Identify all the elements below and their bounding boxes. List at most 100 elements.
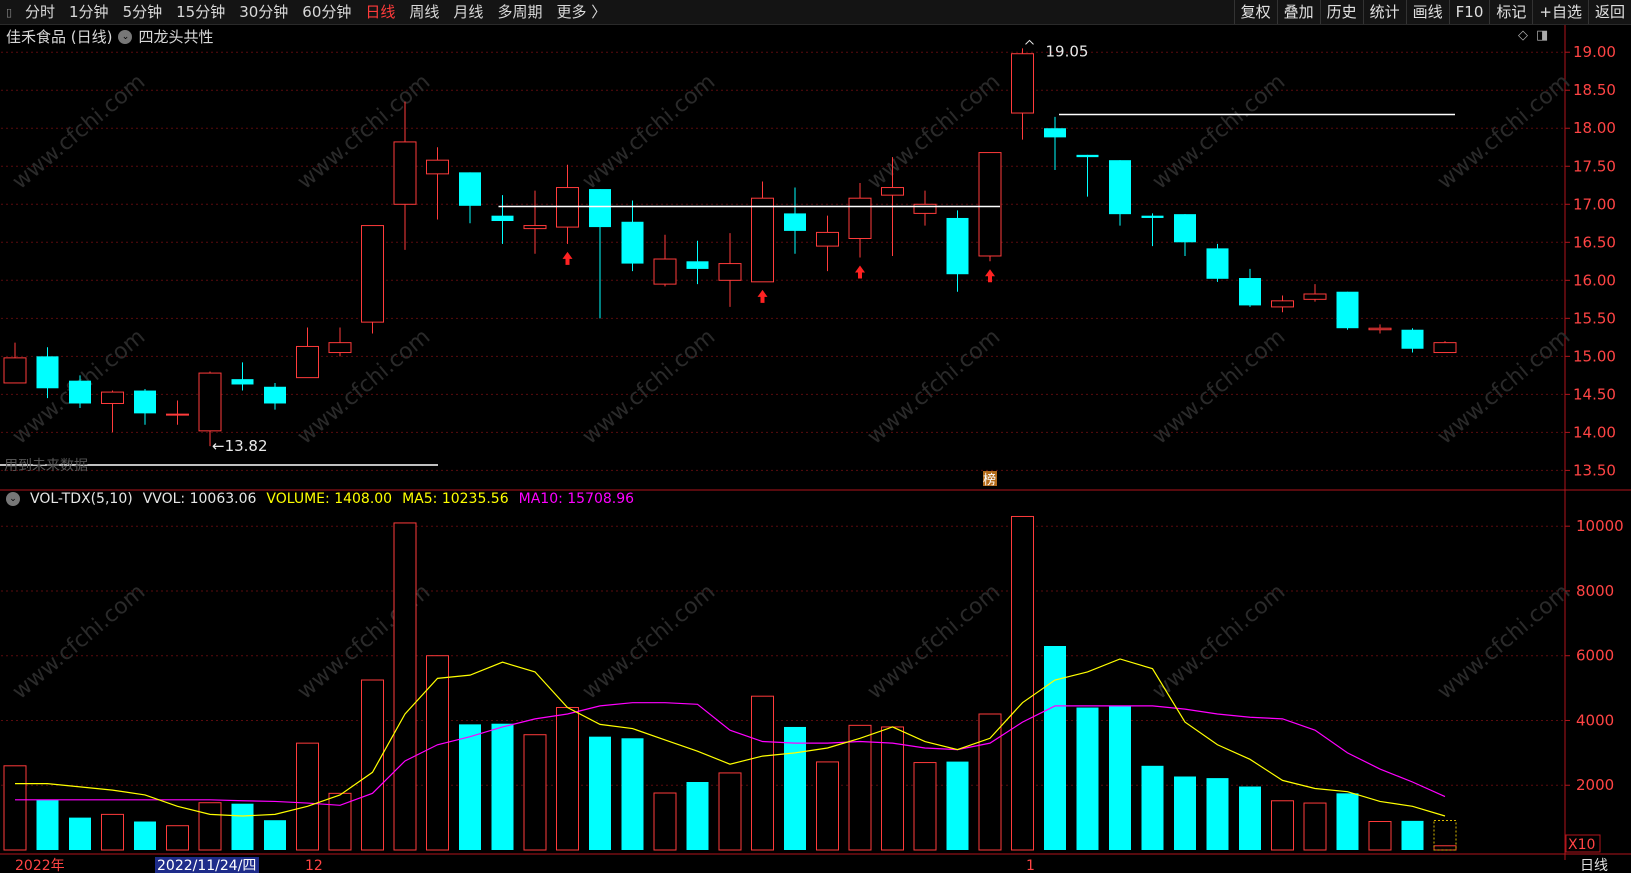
panel-toggle-icon[interactable]: ◨ (1536, 28, 1548, 43)
candle-body (621, 221, 644, 264)
ma10-value: MA10: 15708.96 (518, 491, 635, 507)
volume-bar (1303, 802, 1327, 851)
volume-unit-box (1565, 834, 1601, 853)
candle-body (816, 231, 839, 247)
volume-bar (589, 736, 611, 850)
signal-arrow-icon (985, 269, 995, 283)
toolbar-button[interactable]: F10 (1448, 0, 1490, 24)
watermark-text: www.cfchi.com (863, 324, 1005, 449)
toolbar-button[interactable]: 标记 (1489, 0, 1532, 24)
price-tick-label: 17.00 (1573, 195, 1616, 213)
volume-bar (653, 792, 677, 851)
price-tick-label: 15.00 (1573, 347, 1616, 365)
stock-name: 佳禾食品 (日线) (6, 28, 113, 46)
volume-bar (393, 522, 417, 851)
top-toolbar: ▯ 分时 1分钟 5分钟 15分钟 30分钟 60分钟 日线 周线 月线 多周期 更多 〉 复权 叠加… (0, 0, 1631, 25)
price-tick-label: 14.50 (1573, 385, 1616, 403)
chart-title: 佳禾食品 (日线) ⌄ 四龙头共性 (6, 26, 214, 47)
axis-labels: 19.00 18.50 18.00 17.50 17.00 16.50 16.00 15.50… (15, 43, 1624, 873)
x-axis-label: 2022年 (15, 858, 65, 873)
menu-icon[interactable]: ▯ (0, 0, 18, 24)
candle-body (361, 225, 384, 323)
candle (556, 164, 579, 244)
vol-indicator-name[interactable]: VOL-TDX(5,10) (30, 491, 133, 507)
volume-bar (946, 761, 969, 850)
watermark-text: www.cfchi.com (8, 69, 150, 194)
candle-body (166, 413, 189, 416)
period-tabs: ▯ 分时 1分钟 5分钟 15分钟 30分钟 60分钟 日线 周线 月线 多周期 更多 〉 (0, 0, 613, 24)
volume-bar (361, 679, 384, 851)
candle (913, 190, 937, 226)
period-tab[interactable]: 更多 〉 (549, 0, 613, 24)
candle-body (198, 372, 222, 432)
candle (816, 215, 839, 272)
candle (784, 187, 806, 254)
volume-bar (686, 782, 709, 850)
candle-body (393, 141, 417, 205)
volume-bar (3, 765, 27, 851)
ma5-line (15, 658, 1446, 817)
period-tab[interactable]: 15分钟 (169, 0, 232, 24)
candle-body (1109, 160, 1131, 215)
price-tick-label: 13.50 (1573, 461, 1616, 479)
watermark-text: www.cfchi.com (1433, 579, 1575, 704)
period-tab[interactable]: 30分钟 (232, 0, 295, 24)
candle-body (1271, 300, 1294, 308)
toolbar-button[interactable]: 叠加 (1276, 0, 1320, 24)
toolbar-right-buttons: 复权 叠加 历史 统计 画线 F10 标记 +自选 返回 (1233, 0, 1631, 24)
current-volume-estimate (1433, 820, 1457, 851)
candle (946, 210, 969, 292)
toolbar-button[interactable]: 返回 (1587, 0, 1631, 24)
candle (881, 157, 904, 256)
diamond-icon[interactable]: ◇ (1518, 28, 1528, 43)
volume-bar (621, 738, 644, 850)
period-tab[interactable]: 日线 (358, 0, 402, 24)
volume-bar (69, 817, 91, 850)
volume-bar (459, 724, 481, 850)
toolbar-button[interactable]: 复权 (1233, 0, 1277, 24)
period-tab[interactable]: 多周期 (490, 0, 549, 24)
volume-bar (848, 724, 872, 851)
candle-body (848, 197, 872, 239)
volume-bar (1239, 786, 1261, 850)
candle-body (913, 203, 937, 214)
period-tab[interactable]: 60分钟 (295, 0, 358, 24)
period-tab[interactable]: 月线 (446, 0, 490, 24)
period-tab[interactable]: 周线 (402, 0, 446, 24)
period-tab[interactable]: 1分钟 (62, 0, 116, 24)
x-cursor-highlight (155, 857, 259, 873)
candle (393, 101, 417, 250)
volume-bar (1271, 800, 1294, 851)
toolbar-button[interactable]: 历史 (1319, 0, 1363, 24)
volume-bar (751, 695, 774, 851)
toolbar-button[interactable]: 画线 (1405, 0, 1449, 24)
candle-body (751, 197, 774, 283)
candle (1206, 243, 1229, 282)
volume-bar (426, 655, 449, 851)
candle-body (296, 345, 319, 379)
candle (491, 195, 514, 244)
indicator-name[interactable]: 四龙头共性 (138, 26, 213, 47)
candle-body (328, 342, 352, 354)
price-tick-label: 19.00 (1573, 43, 1616, 61)
stock-chart: www.cfchi.com www.cfchi.com www.cfchi.com w… (0, 25, 1631, 873)
candle-body (1141, 215, 1164, 218)
period-tab[interactable]: 5分钟 (116, 0, 170, 24)
chevron-down-icon[interactable]: ⌄ (6, 492, 20, 506)
chevron-down-icon[interactable]: ⌄ (118, 29, 133, 44)
volume-bar (231, 803, 254, 850)
watermark-text: www.cfchi.com (1148, 324, 1290, 449)
signal-arrow-icon (757, 289, 768, 303)
candle-body (264, 386, 286, 404)
watermark-text: www.cfchi.com (293, 69, 435, 194)
candle (134, 389, 156, 425)
volume-bar (36, 799, 59, 850)
watermark-text: www.cfchi.com (1433, 324, 1575, 449)
toolbar-button[interactable]: +自选 (1532, 0, 1588, 24)
volume-bar (1076, 707, 1099, 850)
candle (621, 200, 644, 272)
candle-body (946, 217, 969, 275)
watermark-text: www.cfchi.com (1148, 579, 1290, 704)
toolbar-button[interactable]: 统计 (1362, 0, 1406, 24)
period-tab[interactable]: 分时 (18, 0, 62, 24)
